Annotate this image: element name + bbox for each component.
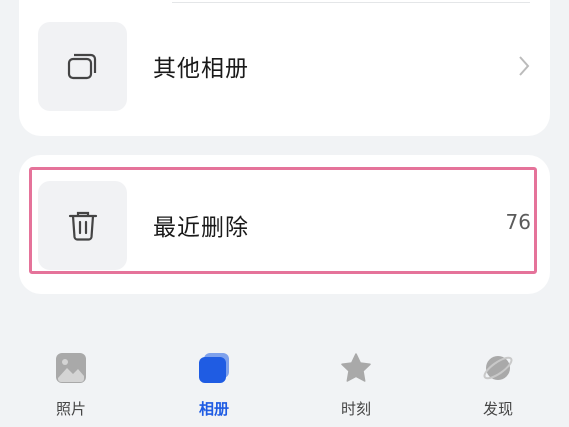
recently-deleted-card: 最近删除 76 xyxy=(19,155,550,294)
recently-deleted-row[interactable]: 最近删除 76 xyxy=(19,181,550,270)
trash-icon xyxy=(38,181,127,270)
tab-discover-label: 发现 xyxy=(482,400,513,418)
tab-moments-label: 时刻 xyxy=(340,400,371,418)
divider xyxy=(172,2,530,3)
other-albums-row[interactable]: 其他相册 xyxy=(19,22,550,111)
album-group-card: 其他相册 xyxy=(19,0,550,136)
recently-deleted-count: 76 xyxy=(505,210,531,234)
tab-albums-label: 相册 xyxy=(198,400,229,418)
photo-icon xyxy=(56,353,86,383)
tab-moments[interactable]: 时刻 xyxy=(306,338,406,427)
bottom-tab-bar: 照片 相册 时刻 发现 xyxy=(0,338,569,427)
other-albums-label: 其他相册 xyxy=(153,56,249,82)
planet-icon xyxy=(483,356,513,380)
album-icon xyxy=(199,353,229,383)
album-stack-icon xyxy=(38,22,127,111)
star-icon xyxy=(341,353,371,382)
tab-photos[interactable]: 照片 xyxy=(21,338,121,427)
tab-photos-label: 照片 xyxy=(55,400,86,418)
chevron-right-icon xyxy=(519,56,530,76)
tab-discover[interactable]: 发现 xyxy=(448,338,548,427)
tab-albums[interactable]: 相册 xyxy=(164,338,264,427)
recently-deleted-label: 最近删除 xyxy=(153,215,249,241)
